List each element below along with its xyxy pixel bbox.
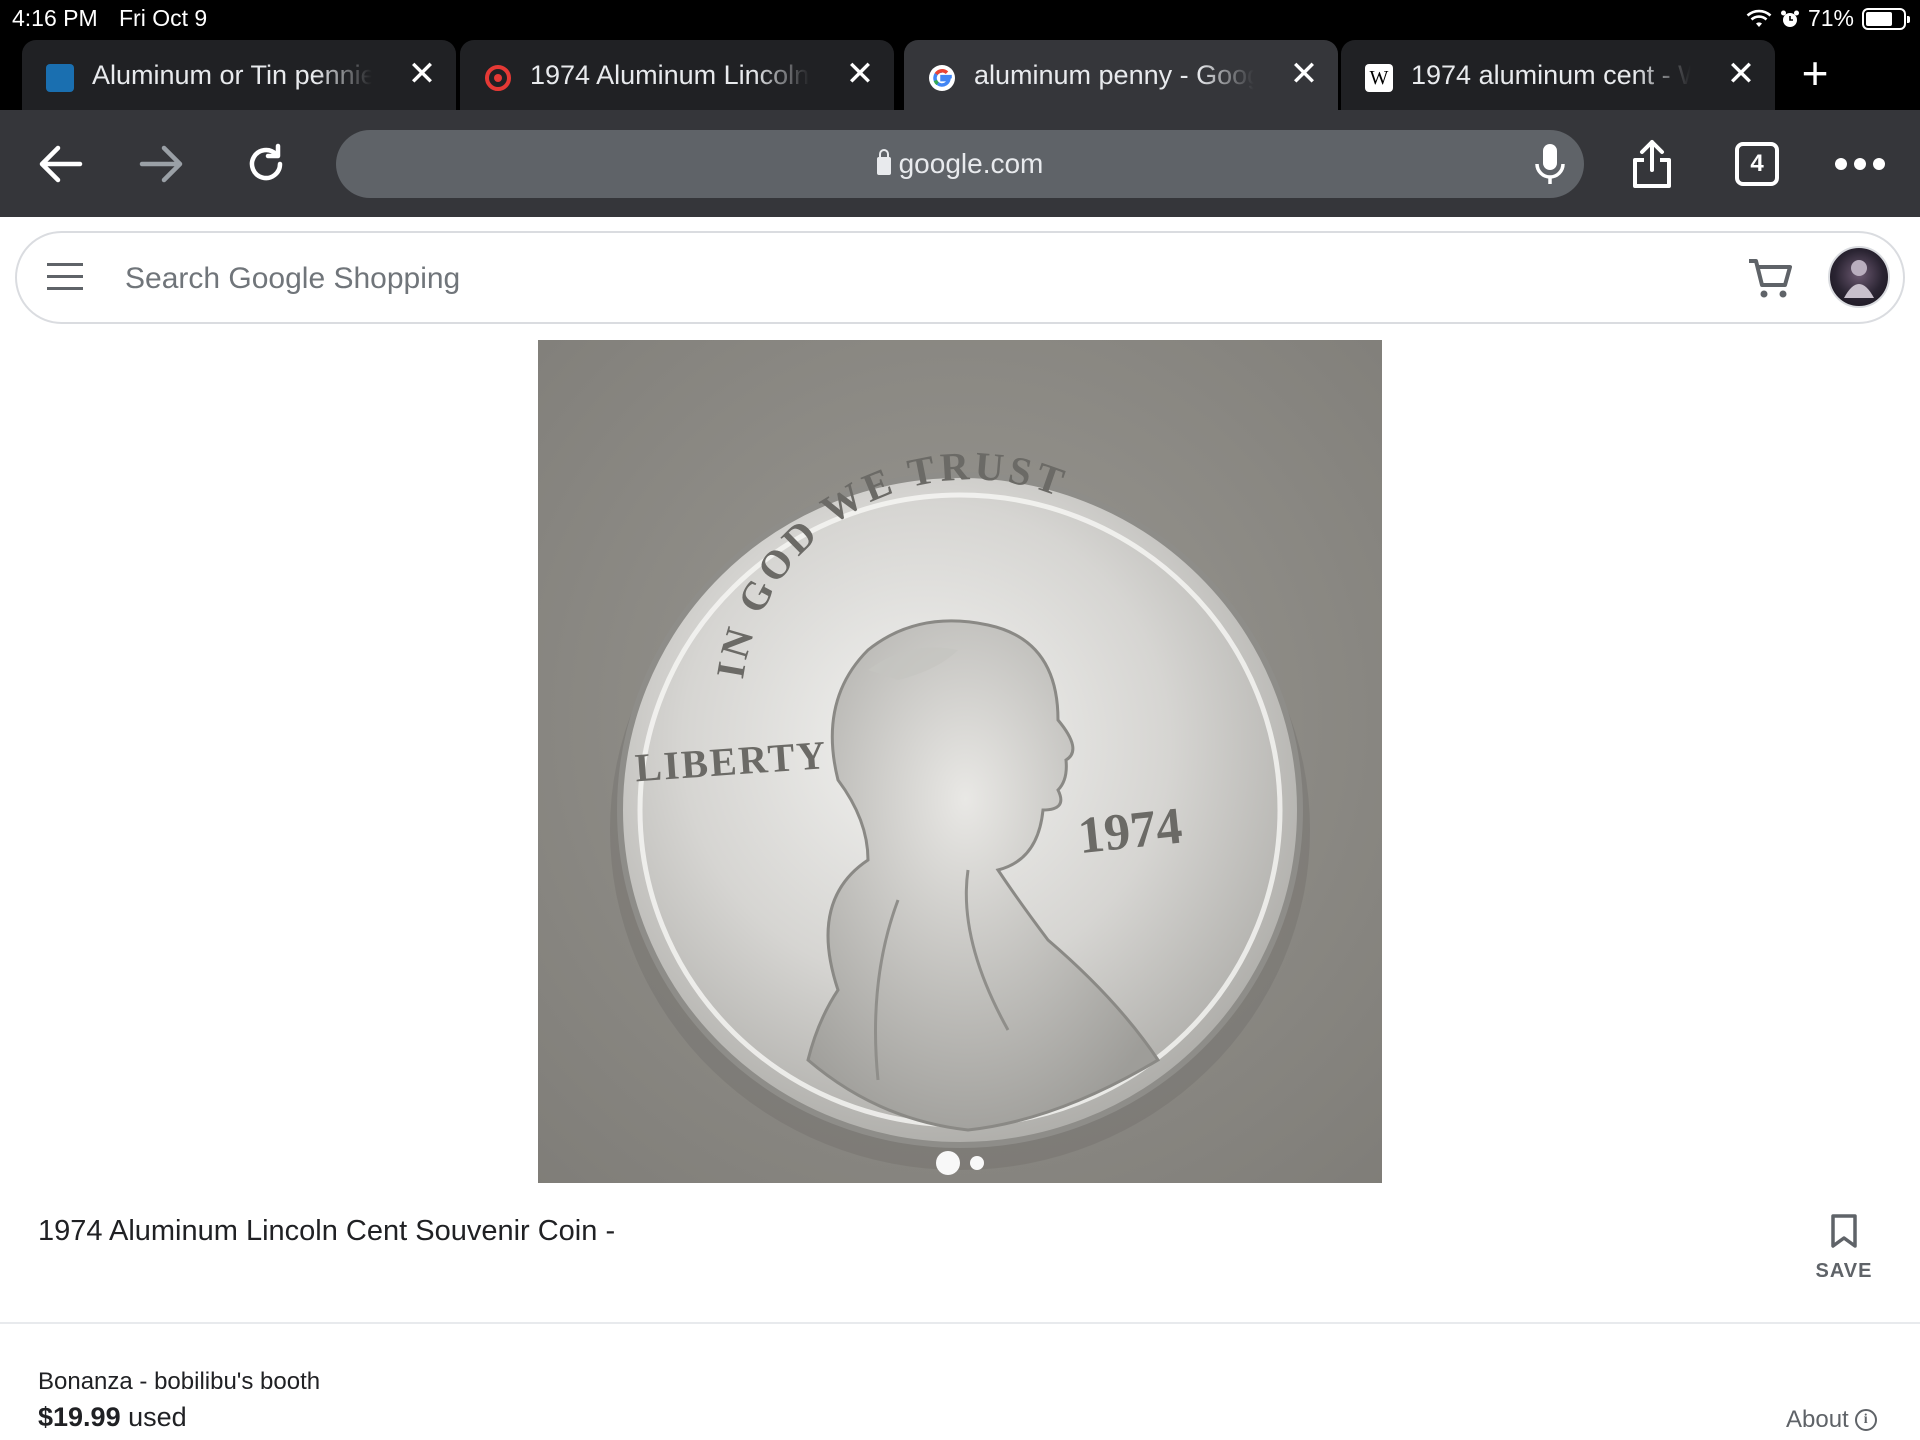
coin-photo: IN GOD WE TRUST LIBERTY 1974 [538, 340, 1382, 1183]
coin-year-text: 1974 [1075, 798, 1184, 866]
tab-1974-aluminum-lincoln[interactable]: 1974 Aluminum Lincoln Cent ✕ [460, 40, 894, 110]
shopping-cart-icon[interactable] [1745, 255, 1795, 301]
tab-title: Aluminum or Tin pennies [92, 60, 372, 90]
share-icon [1633, 140, 1671, 188]
close-tab-icon[interactable]: ✕ [842, 54, 878, 94]
divider [0, 1322, 1920, 1324]
info-icon: i [1854, 1409, 1877, 1431]
new-tab-button[interactable]: + [1790, 48, 1840, 98]
tab-count-button[interactable]: 4 [1735, 142, 1779, 186]
more-dots-icon [1835, 158, 1885, 170]
status-bar: 4:16 PM Fri Oct 9 71% [0, 0, 1920, 38]
battery-percent: 71% [1807, 5, 1854, 31]
browser-toolbar: google.com 4 [0, 110, 1920, 217]
share-button[interactable] [1620, 132, 1684, 196]
battery-icon [1862, 7, 1910, 30]
forward-button[interactable] [130, 132, 194, 196]
tab-title: 1974 aluminum cent - Wikipedia [1411, 60, 1691, 90]
carousel-dot-1[interactable] [936, 1151, 960, 1175]
tab-strip: Aluminum or Tin pennies ✕ 1974 Aluminum … [0, 38, 1920, 110]
hamburger-menu-icon[interactable] [47, 263, 83, 293]
wikipedia-w-icon: W [1365, 64, 1393, 92]
carousel-dots [538, 1151, 1382, 1175]
lock-icon [876, 149, 891, 175]
seller-name[interactable]: Bonanza - bobilibu's booth [38, 1368, 320, 1396]
battery-fill [1866, 11, 1892, 26]
alarm-icon [1780, 10, 1799, 27]
arrow-right-icon [139, 145, 183, 183]
site-blue-logo-icon [46, 64, 74, 92]
tab-aluminum-or-tin[interactable]: Aluminum or Tin pennies ✕ [22, 40, 456, 110]
url-text: google.com [898, 148, 1044, 179]
red-camera-icon [485, 65, 511, 91]
search-input[interactable] [125, 259, 1725, 299]
status-right: 71% [1746, 5, 1910, 32]
more-menu-button[interactable] [1828, 132, 1892, 196]
tab-aluminum-penny-google[interactable]: aluminum penny - Google Shopping ✕ [904, 40, 1338, 110]
carousel-dot-2[interactable] [970, 1156, 984, 1170]
address-bar[interactable]: google.com [336, 130, 1584, 198]
save-button[interactable]: SAVE [1804, 1213, 1884, 1293]
close-tab-icon[interactable]: ✕ [1286, 54, 1322, 94]
back-button[interactable] [28, 132, 92, 196]
bookmark-icon [1831, 1214, 1857, 1248]
shopping-search-bar [15, 231, 1905, 324]
product-title: 1974 Aluminum Lincoln Cent Souvenir Coin… [38, 1215, 616, 1247]
about-button[interactable]: About i [1786, 1406, 1877, 1434]
status-date: Fri Oct 9 [119, 5, 208, 31]
avatar-figure-icon [1844, 260, 1874, 298]
microphone-icon[interactable] [1520, 134, 1580, 194]
price: $19.99 [38, 1402, 121, 1432]
wifi-icon [1746, 9, 1772, 27]
tab-title: 1974 Aluminum Lincoln Cent [530, 60, 810, 90]
status-time: 4:16 PM [12, 5, 98, 31]
condition: used [128, 1402, 187, 1432]
arrow-left-icon [39, 145, 83, 183]
account-avatar[interactable] [1828, 246, 1890, 308]
tab-1974-aluminum-cent-wikipedia[interactable]: W 1974 aluminum cent - Wikipedia ✕ [1341, 40, 1775, 110]
save-label: SAVE [1815, 1260, 1873, 1282]
close-tab-icon[interactable]: ✕ [1723, 54, 1759, 94]
price-line: $19.99 used [38, 1402, 187, 1433]
close-tab-icon[interactable]: ✕ [404, 54, 440, 94]
tab-title: aluminum penny - Google Shopping [974, 60, 1254, 90]
google-g-icon [929, 65, 955, 91]
reload-button[interactable] [234, 132, 298, 196]
about-label: About [1786, 1406, 1849, 1433]
product-image-carousel[interactable]: IN GOD WE TRUST LIBERTY 1974 [538, 340, 1382, 1183]
reload-icon [249, 143, 283, 181]
